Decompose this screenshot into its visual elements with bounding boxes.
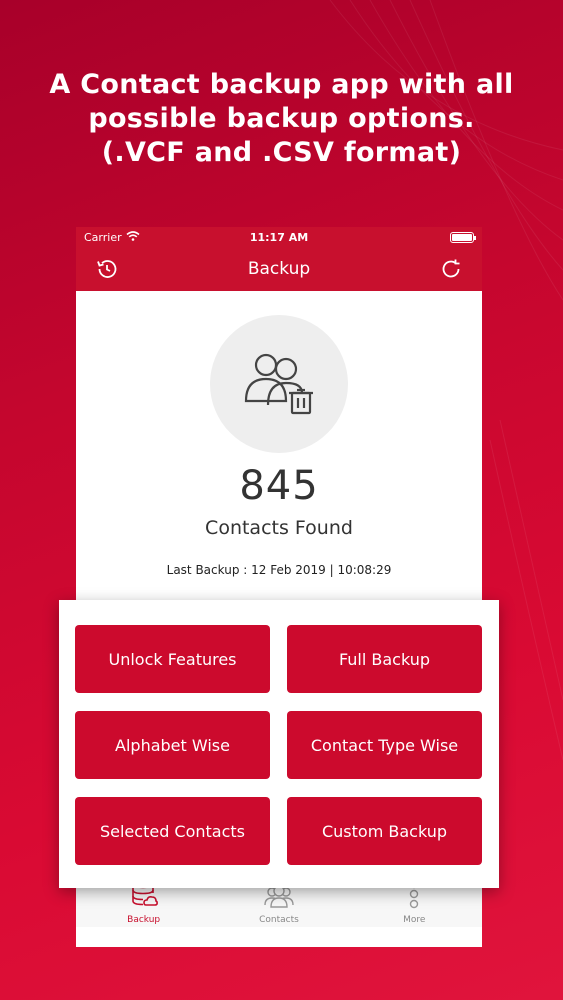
tab-backup-label: Backup xyxy=(127,915,161,925)
headline-line-2: possible backup options. xyxy=(88,103,475,134)
contacts-found-label: Contacts Found xyxy=(205,517,353,539)
history-icon[interactable] xyxy=(94,256,120,282)
tab-contacts-label: Contacts xyxy=(259,915,299,925)
promo-headline: A Contact backup app with all possible b… xyxy=(0,68,563,170)
nav-bar: Backup xyxy=(76,247,482,291)
headline-line-1: A Contact backup app with all xyxy=(49,69,514,100)
status-bar: Carrier 11:17 AM xyxy=(76,227,482,247)
contacts-count: 845 xyxy=(239,463,319,509)
refresh-icon[interactable] xyxy=(438,256,464,282)
selected-contacts-button[interactable]: Selected Contacts xyxy=(75,797,270,865)
contact-type-wise-button[interactable]: Contact Type Wise xyxy=(287,711,482,779)
unlock-features-button[interactable]: Unlock Features xyxy=(75,625,270,693)
alphabet-wise-button[interactable]: Alphabet Wise xyxy=(75,711,270,779)
backup-options-panel: Unlock Features Full Backup Alphabet Wis… xyxy=(59,600,499,888)
last-backup-info: Last Backup : 12 Feb 2019 | 10:08:29 xyxy=(166,563,392,577)
custom-backup-button[interactable]: Custom Backup xyxy=(287,797,482,865)
status-time: 11:17 AM xyxy=(249,230,309,244)
contacts-delete-icon xyxy=(242,349,316,419)
tab-more-label: More xyxy=(403,915,426,925)
contacts-avatar xyxy=(210,315,348,453)
page-title: Backup xyxy=(247,259,311,279)
headline-line-3: (.VCF and .CSV format) xyxy=(101,137,462,168)
battery-icon xyxy=(450,231,476,243)
full-backup-button[interactable]: Full Backup xyxy=(287,625,482,693)
